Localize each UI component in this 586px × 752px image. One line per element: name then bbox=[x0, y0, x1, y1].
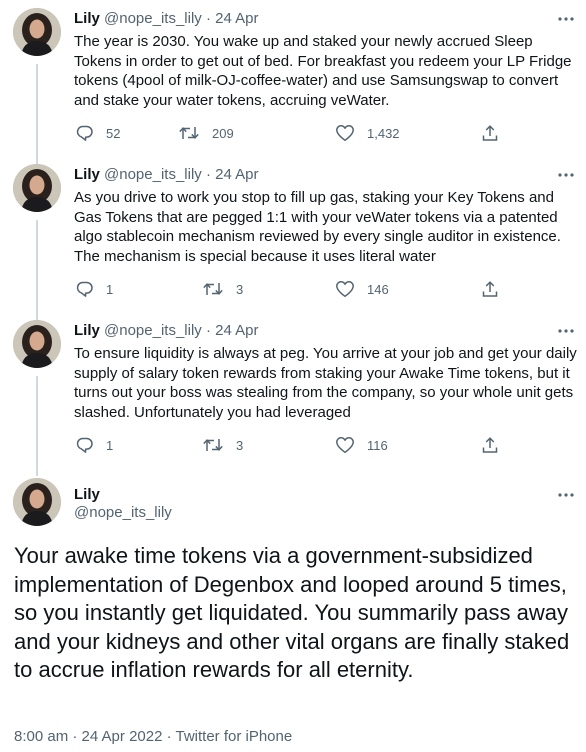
retweet-icon bbox=[203, 439, 223, 451]
avatar[interactable] bbox=[13, 478, 61, 526]
tweet-actions: 52 209 1,432 bbox=[74, 122, 514, 144]
author-handle[interactable]: @nope_its_lily bbox=[104, 322, 202, 339]
tweet-header: Lily @nope_its_lily · 24 Apr bbox=[74, 166, 259, 184]
retweet-button[interactable]: 3 bbox=[202, 278, 243, 300]
like-count: 1,432 bbox=[367, 125, 400, 141]
tweet-date[interactable]: 24 Apr bbox=[215, 322, 258, 339]
more-icon[interactable] bbox=[556, 324, 576, 338]
retweet-count: 3 bbox=[236, 437, 244, 453]
heart-icon bbox=[336, 437, 354, 454]
like-button[interactable]: 1,432 bbox=[335, 122, 400, 144]
tweet-date[interactable]: 24 Apr bbox=[215, 10, 258, 27]
tweet-text: As you drive to work you stop to fill up… bbox=[74, 189, 561, 265]
reply-icon bbox=[76, 437, 93, 453]
like-button[interactable]: 116 bbox=[335, 434, 388, 456]
share-icon bbox=[482, 437, 498, 453]
like-count: 116 bbox=[367, 437, 388, 453]
reply-button[interactable]: 1 bbox=[76, 278, 113, 300]
avatar[interactable] bbox=[13, 8, 61, 56]
reply-icon bbox=[76, 281, 93, 297]
reply-icon bbox=[76, 125, 93, 141]
tweet-timestamp-source[interactable]: 8:00 am · 24 Apr 2022 · Twitter for iPho… bbox=[14, 728, 292, 745]
more-icon[interactable] bbox=[556, 488, 576, 502]
retweet-button[interactable]: 3 bbox=[202, 434, 243, 456]
retweet-button[interactable]: 209 bbox=[178, 122, 234, 144]
main-tweet-text: Your awake time tokens via a government-… bbox=[14, 543, 570, 682]
share-icon bbox=[482, 281, 498, 297]
like-count: 146 bbox=[367, 281, 389, 297]
main-author-handle[interactable]: @nope_its_lily bbox=[74, 504, 172, 521]
separator-dot: · bbox=[205, 322, 211, 339]
thread-tweet[interactable]: Lily @nope_its_lily · 24 Apr The year is… bbox=[0, 0, 586, 156]
author-name[interactable]: Lily bbox=[74, 322, 100, 339]
author-name[interactable]: Lily bbox=[74, 166, 100, 183]
reply-button[interactable]: 1 bbox=[76, 434, 113, 456]
separator-dot: · bbox=[205, 166, 211, 183]
retweet-icon bbox=[203, 283, 223, 295]
author-handle[interactable]: @nope_its_lily bbox=[104, 166, 202, 183]
share-button[interactable] bbox=[481, 122, 499, 144]
avatar[interactable] bbox=[13, 164, 61, 212]
share-button[interactable] bbox=[481, 434, 499, 456]
more-icon[interactable] bbox=[556, 12, 576, 26]
reply-count: 1 bbox=[106, 281, 114, 297]
author-handle[interactable]: @nope_its_lily bbox=[104, 10, 202, 27]
tweet-actions: 1 3 146 bbox=[74, 278, 514, 300]
retweet-count: 209 bbox=[212, 125, 234, 141]
reply-count: 52 bbox=[106, 125, 121, 141]
separator-dot: · bbox=[205, 10, 211, 27]
heart-icon bbox=[336, 281, 354, 298]
more-icon[interactable] bbox=[556, 168, 576, 182]
thread-tweet[interactable]: Lily @nope_its_lily · 24 Apr To ensure l… bbox=[0, 312, 586, 468]
author-name[interactable]: Lily bbox=[74, 10, 100, 27]
retweet-icon bbox=[179, 127, 199, 139]
share-button[interactable] bbox=[481, 278, 499, 300]
main-author-name[interactable]: Lily bbox=[74, 486, 100, 503]
avatar[interactable] bbox=[13, 320, 61, 368]
tweet-actions: 1 3 116 bbox=[74, 434, 514, 456]
tweet-header: Lily @nope_its_lily · 24 Apr bbox=[74, 322, 259, 340]
tweet-date[interactable]: 24 Apr bbox=[215, 166, 258, 183]
share-icon bbox=[482, 125, 498, 141]
heart-icon bbox=[336, 125, 354, 142]
retweet-count: 3 bbox=[236, 281, 244, 297]
tweet-header: Lily @nope_its_lily · 24 Apr bbox=[74, 10, 259, 28]
thread-tweet[interactable]: Lily @nope_its_lily · 24 Apr As you driv… bbox=[0, 156, 586, 312]
tweet-text: To ensure liquidity is always at peg. Yo… bbox=[74, 345, 577, 421]
like-button[interactable]: 146 bbox=[335, 278, 389, 300]
tweet-text: The year is 2030. You wake up and staked… bbox=[74, 33, 572, 109]
reply-count: 1 bbox=[106, 437, 114, 453]
reply-button[interactable]: 52 bbox=[76, 122, 120, 144]
